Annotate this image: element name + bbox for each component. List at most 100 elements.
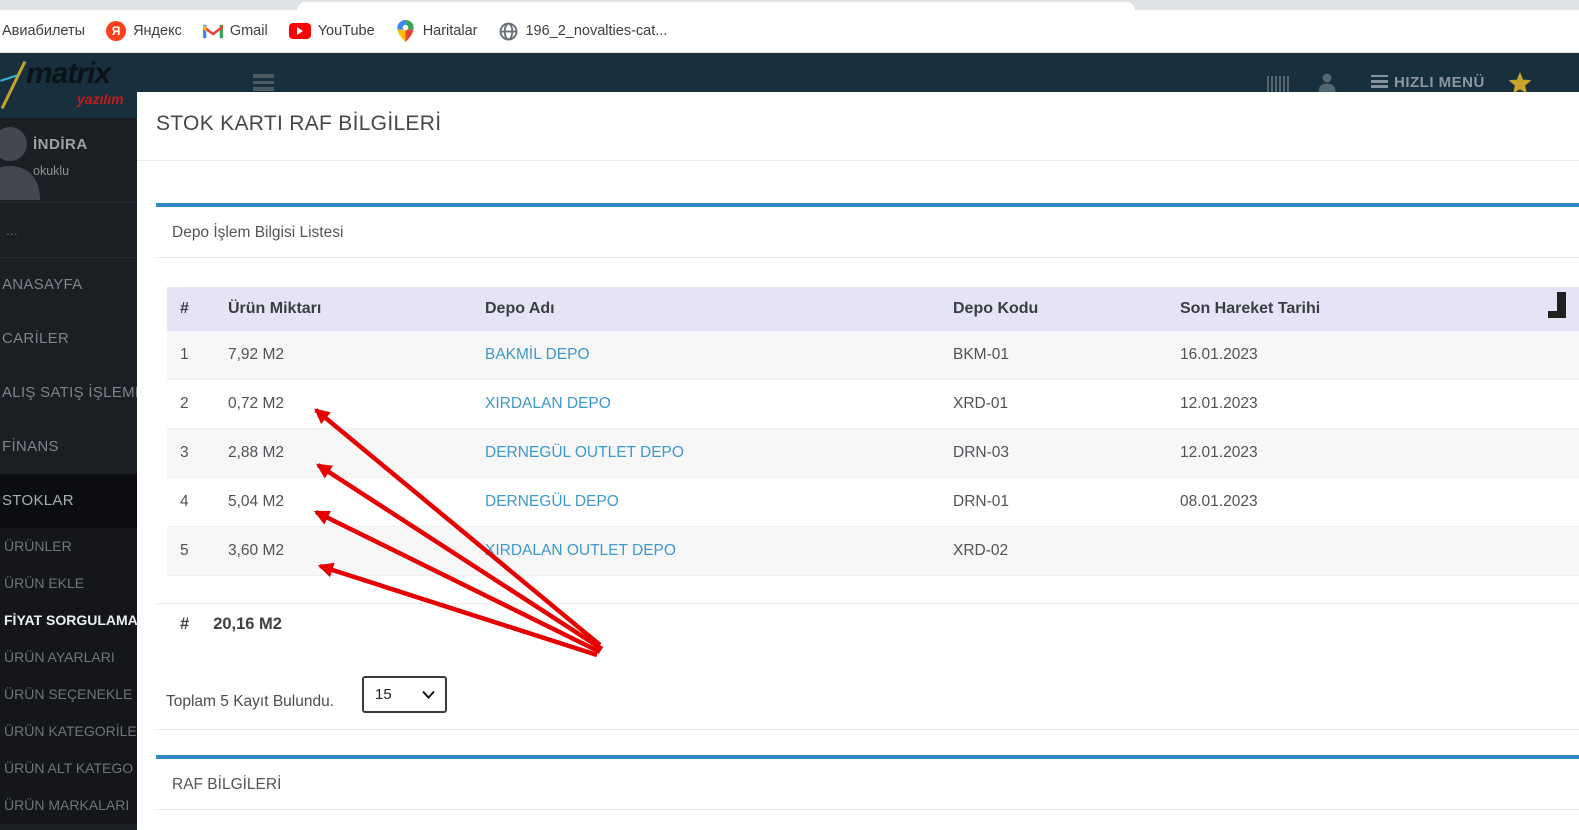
gmail-icon <box>202 21 223 41</box>
row-depot-code: XRD-02 <box>953 542 1009 559</box>
sidebar-subitem-urun-ekle[interactable]: ÜRÜN EKLE <box>0 565 137 602</box>
bookmark-label: YouTube <box>317 23 375 39</box>
google-maps-icon <box>396 20 416 42</box>
row-last-movement: 16.01.2023 <box>1180 346 1258 363</box>
row-index: 2 <box>180 395 189 412</box>
user-subtitle: okuklu <box>33 164 70 178</box>
logo-brand-text: matrix <box>26 57 111 90</box>
depot-list-panel: Depo İşlem Bilgisi Listesi # Ürün Miktar… <box>156 203 1579 800</box>
barcode-icon[interactable] <box>1267 76 1289 92</box>
youtube-icon <box>288 23 311 39</box>
quick-menu-label: HIZLI MENÜ <box>1394 74 1485 91</box>
col-son-hareket-tarihi: Son Hareket Tarihi <box>1180 300 1321 317</box>
main-content: STOK KARTI RAF BİLGİLERİ Depo İşlem Bilg… <box>137 92 1579 830</box>
bookmark-label: Haritalar <box>422 23 478 39</box>
bookmark-label: Яндекс <box>133 23 182 39</box>
sidebar-item-stoklar[interactable]: STOKLAR <box>0 474 137 528</box>
row-quantity: 3,60 M2 <box>228 542 285 559</box>
user-name: İNDİRA <box>33 136 88 153</box>
depot-link[interactable]: DERNEGÜL DEPO <box>485 493 953 511</box>
total-value: 20,16 M2 <box>213 615 282 633</box>
chevron-down-icon <box>422 690 435 699</box>
sidebar-item-alis-satis[interactable]: ALIŞ SATIŞ İŞLEMLE <box>0 366 137 420</box>
row-quantity: 2,88 M2 <box>228 444 285 461</box>
quick-menu-button[interactable]: HIZLI MENÜ <box>1371 74 1485 91</box>
records-count-label: Toplam 5 Kayıt Bulundu. <box>166 693 335 710</box>
row-quantity: 0,72 M2 <box>228 395 285 412</box>
app-header <box>0 53 1579 92</box>
row-last-movement: 08.01.2023 <box>1180 493 1258 510</box>
depot-link[interactable]: DERNEGÜL OUTLET DEPO <box>485 444 953 462</box>
table-row: 3 2,88 M2 DERNEGÜL OUTLET DEPO DRN-03 12… <box>167 429 1579 478</box>
table-row: 2 0,72 M2 XIRDALAN DEPO XRD-01 12.01.202… <box>167 380 1579 429</box>
sidebar-subitem-urun-ayarlari[interactable]: ÜRÜN AYARLARI <box>0 639 137 676</box>
bookmarks-bar: Авиабилеты Я Яндекс Gmail YouTube Harita… <box>0 10 1579 53</box>
bookmark-gmail[interactable]: Gmail <box>202 21 268 41</box>
bookmark-youtube[interactable]: YouTube <box>288 23 375 39</box>
table-row: 1 7,92 M2 BAKMİL DEPO BKM-01 16.01.2023 <box>167 331 1579 380</box>
row-index: 4 <box>180 493 189 510</box>
total-label: # <box>180 615 190 633</box>
row-depot-code: XRD-01 <box>953 395 1009 412</box>
sidebar-search-input[interactable]: ... <box>0 203 137 258</box>
globe-icon <box>498 21 518 41</box>
logo-sub-text: yazılım <box>77 91 124 107</box>
table-header-row: # Ürün Miktarı Depo Adı Depo Kodu Son Ha… <box>167 287 1579 331</box>
table-row: 5 3,60 M2 XIRDALAN OUTLET DEPO XRD-02 <box>167 527 1579 576</box>
yandex-icon: Я <box>106 21 127 41</box>
sidebar-submenu: ÜRÜNLER ÜRÜN EKLE FİYAT SORGULAMA ÜRÜN A… <box>0 528 137 824</box>
sidebar-user-block[interactable]: İNDİRA okuklu <box>0 118 137 203</box>
avatar <box>0 120 46 205</box>
bookmark-aviabilety[interactable]: Авиабилеты <box>2 23 85 39</box>
divider <box>156 603 1579 604</box>
depot-link[interactable]: XIRDALAN OUTLET DEPO <box>485 542 953 560</box>
bookmark-haritalar[interactable]: Haritalar <box>396 20 478 42</box>
sidebar-subitem-fiyat-sorgulama[interactable]: FİYAT SORGULAMA <box>0 602 137 639</box>
row-index: 1 <box>180 346 189 363</box>
depot-table: # Ürün Miktarı Depo Adı Depo Kodu Son Ha… <box>167 287 1579 576</box>
col-index: # <box>180 300 189 317</box>
row-last-movement: 12.01.2023 <box>1180 444 1258 461</box>
bookmark-novalties[interactable]: 196_2_novalties-cat... <box>498 21 667 41</box>
sidebar-subitem-urun-markalari[interactable]: ÜRÜN MARKALARI <box>0 787 137 824</box>
sidebar-toggle-icon[interactable] <box>253 74 274 91</box>
col-depo-adi: Depo Adı <box>485 300 555 317</box>
logo-pulse-line <box>0 60 27 110</box>
row-depot-code: DRN-03 <box>953 444 1009 461</box>
raf-bilgileri-panel: RAF BİLGİLERİ <box>156 755 1579 830</box>
sidebar-subitem-urun-secenekleri[interactable]: ÜRÜN SEÇENEKLE <box>0 676 137 713</box>
sidebar-subitem-urun-kategorileri[interactable]: ÜRÜN KATEGORİLE <box>0 713 137 750</box>
sidebar-item-finans[interactable]: FİNANS <box>0 420 137 474</box>
table-total-row: # 20,16 M2 <box>180 615 282 634</box>
sidebar: İNDİRA okuklu ... ANASAYFA CARİLER ALIŞ … <box>0 118 137 830</box>
browser-tab[interactable] <box>297 2 1135 10</box>
row-quantity: 5,04 M2 <box>228 493 285 510</box>
page-title: STOK KARTI RAF BİLGİLERİ <box>156 112 442 135</box>
sidebar-subitem-urunler[interactable]: ÜRÜNLER <box>0 528 137 565</box>
panel-title: RAF BİLGİLERİ <box>156 759 1579 810</box>
sidebar-subitem-urun-alt-kategorileri[interactable]: ÜRÜN ALT KATEGO <box>0 750 137 787</box>
col-depo-kodu: Depo Kodu <box>953 300 1039 317</box>
bookmark-label: Gmail <box>229 23 268 39</box>
page-size-select[interactable]: 15 <box>362 676 447 713</box>
col-urun-miktari: Ürün Miktarı <box>228 300 322 317</box>
row-depot-code: DRN-01 <box>953 493 1009 510</box>
bookmark-yandex[interactable]: Я Яндекс <box>106 21 182 41</box>
page-size-value: 15 <box>375 686 392 703</box>
bookmark-label: Авиабилеты <box>2 23 86 39</box>
depot-link[interactable]: XIRDALAN DEPO <box>485 395 953 413</box>
quick-menu-icon <box>1371 74 1388 91</box>
row-index: 3 <box>180 444 189 461</box>
sidebar-item-cariler[interactable]: CARİLER <box>0 312 137 366</box>
bookmark-label: 196_2_novalties-cat... <box>525 23 668 39</box>
table-row: 4 5,04 M2 DERNEGÜL DEPO DRN-01 08.01.202… <box>167 478 1579 527</box>
sidebar-item-anasayfa[interactable]: ANASAYFA <box>0 258 137 312</box>
row-depot-code: BKM-01 <box>953 346 1009 363</box>
row-index: 5 <box>180 542 189 559</box>
depot-link[interactable]: BAKMİL DEPO <box>485 346 953 364</box>
panel-title: Depo İşlem Bilgisi Listesi <box>156 207 1579 258</box>
app-logo[interactable]: matrix yazılım <box>0 53 137 118</box>
row-quantity: 7,92 M2 <box>228 346 285 363</box>
browser-top-strip <box>0 0 1579 10</box>
divider <box>137 160 1579 161</box>
